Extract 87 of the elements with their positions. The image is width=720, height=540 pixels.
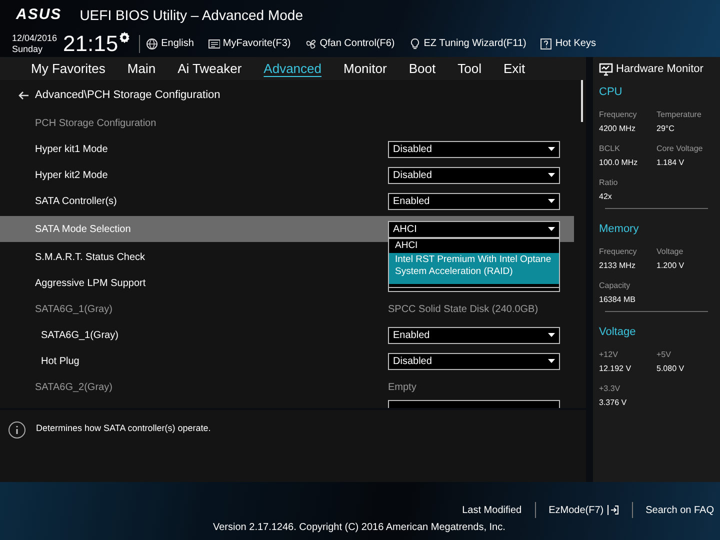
info-icon (8, 421, 26, 439)
menu-tab[interactable]: Tool (458, 58, 482, 78)
panel-title: Hardware Monitor (616, 62, 704, 77)
caret-icon (548, 173, 555, 177)
metric-value: 1.200 V (656, 261, 686, 271)
window-title: UEFI BIOS Utility – Advanced Mode (80, 6, 304, 25)
metric-label: Ratio (599, 178, 619, 188)
metric-label: Frequency (599, 110, 638, 120)
date-label: 12/04/2016 (12, 32, 58, 44)
menu-tab[interactable]: Ai Tweaker (178, 58, 242, 78)
metric-value: 5.080 V (656, 364, 686, 374)
setting-value: SPCC Solid State Disk (240.0GB) (388, 302, 538, 316)
menu-tab[interactable]: My Favorites (31, 58, 106, 78)
metric-value: 12.192 V (599, 364, 632, 374)
footer-link[interactable]: EzMode(F7) (548, 502, 619, 518)
caret-icon (548, 147, 555, 151)
caret-icon (548, 227, 555, 231)
toolbar-button[interactable]: Qfan Control(F6) (304, 36, 395, 51)
metric-value: 42x (599, 192, 613, 202)
metric-value: 29°C (656, 124, 676, 134)
setting-label: SATA6G_2(Gray) (34, 380, 114, 394)
metric-value: 100.0 MHz (599, 158, 639, 168)
metric-label: +5V (656, 350, 672, 360)
dropdown[interactable]: Enabled (388, 326, 560, 344)
metric-label: Voltage (656, 247, 684, 257)
dropdown[interactable]: Disabled (388, 166, 560, 184)
caret-icon (548, 333, 555, 337)
toolbar-button[interactable]: Hot Keys (540, 36, 596, 51)
menu-tab[interactable]: Exit (503, 58, 526, 78)
metric-value: 1.184 V (656, 158, 686, 168)
fan-icon (304, 38, 317, 50)
question-box-icon (540, 38, 552, 50)
metric-label: BCLK (599, 144, 621, 154)
metric-label: Frequency (599, 247, 638, 257)
monitor-icon (599, 62, 613, 76)
section-title: Memory (599, 222, 640, 237)
caret-icon (548, 199, 555, 203)
dropdown[interactable]: Disabled (388, 352, 560, 370)
scrollbar[interactable] (581, 80, 583, 122)
footer-link[interactable]: Search on FAQ (646, 502, 714, 518)
setting-label: SATA Mode Selection (34, 222, 132, 236)
settings-icon[interactable] (118, 31, 132, 44)
metric-label: Capacity (599, 281, 632, 291)
help-text: Determines how SATA controller(s) operate. (36, 422, 211, 435)
section-title: Voltage (599, 325, 637, 340)
exit-icon (606, 505, 619, 515)
metric-value: 2133 MHz (599, 261, 636, 271)
setting-label: SATA Controller(s) (34, 194, 118, 208)
menu-tab[interactable]: Boot (408, 58, 436, 78)
setting-label: SATA6G_1(Gray) (40, 328, 120, 342)
metric-label: +12V (599, 350, 619, 360)
menu-tab[interactable]: Monitor (344, 58, 387, 78)
menu-tab[interactable]: Advanced (264, 58, 322, 78)
section-title: CPU (599, 85, 624, 100)
dropdown[interactable]: AHCI (388, 220, 560, 238)
setting-label: SATA6G_1(Gray) (34, 302, 114, 316)
version-text: Version 2.17.1246. Copyright (C) 2016 American Megatrends, Inc. (213, 521, 506, 535)
setting-label: Hot Plug (40, 354, 80, 368)
caret-icon (548, 359, 555, 363)
footer-link[interactable]: Last Modified (462, 502, 522, 518)
breadcrumb: Advanced\PCH Storage Configuration (35, 88, 220, 103)
dropdown[interactable]: Enabled (388, 192, 560, 210)
metric-label: Core Voltage (656, 144, 704, 154)
setting-label: S.M.A.R.T. Status Check (34, 250, 146, 264)
setting-label: Hyper kit2 Mode (34, 168, 109, 182)
list-icon (208, 38, 220, 50)
metric-label: +3.3V (599, 384, 622, 394)
metric-value: 16384 MB (599, 295, 636, 305)
metric-label: Temperature (656, 110, 702, 120)
section-heading: PCH Storage Configuration (34, 116, 158, 130)
dropdown-option[interactable]: Intel RST Premium With Intel Optane System Acceleration (RAID) (389, 253, 559, 284)
back-arrow-icon[interactable] (18, 90, 29, 100)
day-label: Sunday (12, 44, 44, 54)
setting-value: Empty (388, 380, 416, 394)
clock-time: 21:15 (63, 32, 118, 56)
metric-value: 3.376 V (599, 398, 628, 408)
lightbulb-icon (408, 38, 421, 50)
dropdown[interactable]: Disabled (388, 140, 560, 158)
setting-label: Hyper kit1 Mode (34, 142, 109, 156)
globe-icon (146, 38, 158, 50)
toolbar-button[interactable]: English (146, 36, 194, 51)
toolbar-button[interactable]: MyFavorite(F3) (208, 36, 291, 51)
brand-logo: ASUS (16, 4, 62, 25)
metric-value: 4200 MHz (599, 124, 636, 134)
setting-label: Aggressive LPM Support (34, 276, 147, 290)
menu-tab[interactable]: Main (127, 58, 156, 78)
toolbar-button[interactable]: EZ Tuning Wizard(F11) (408, 36, 526, 51)
